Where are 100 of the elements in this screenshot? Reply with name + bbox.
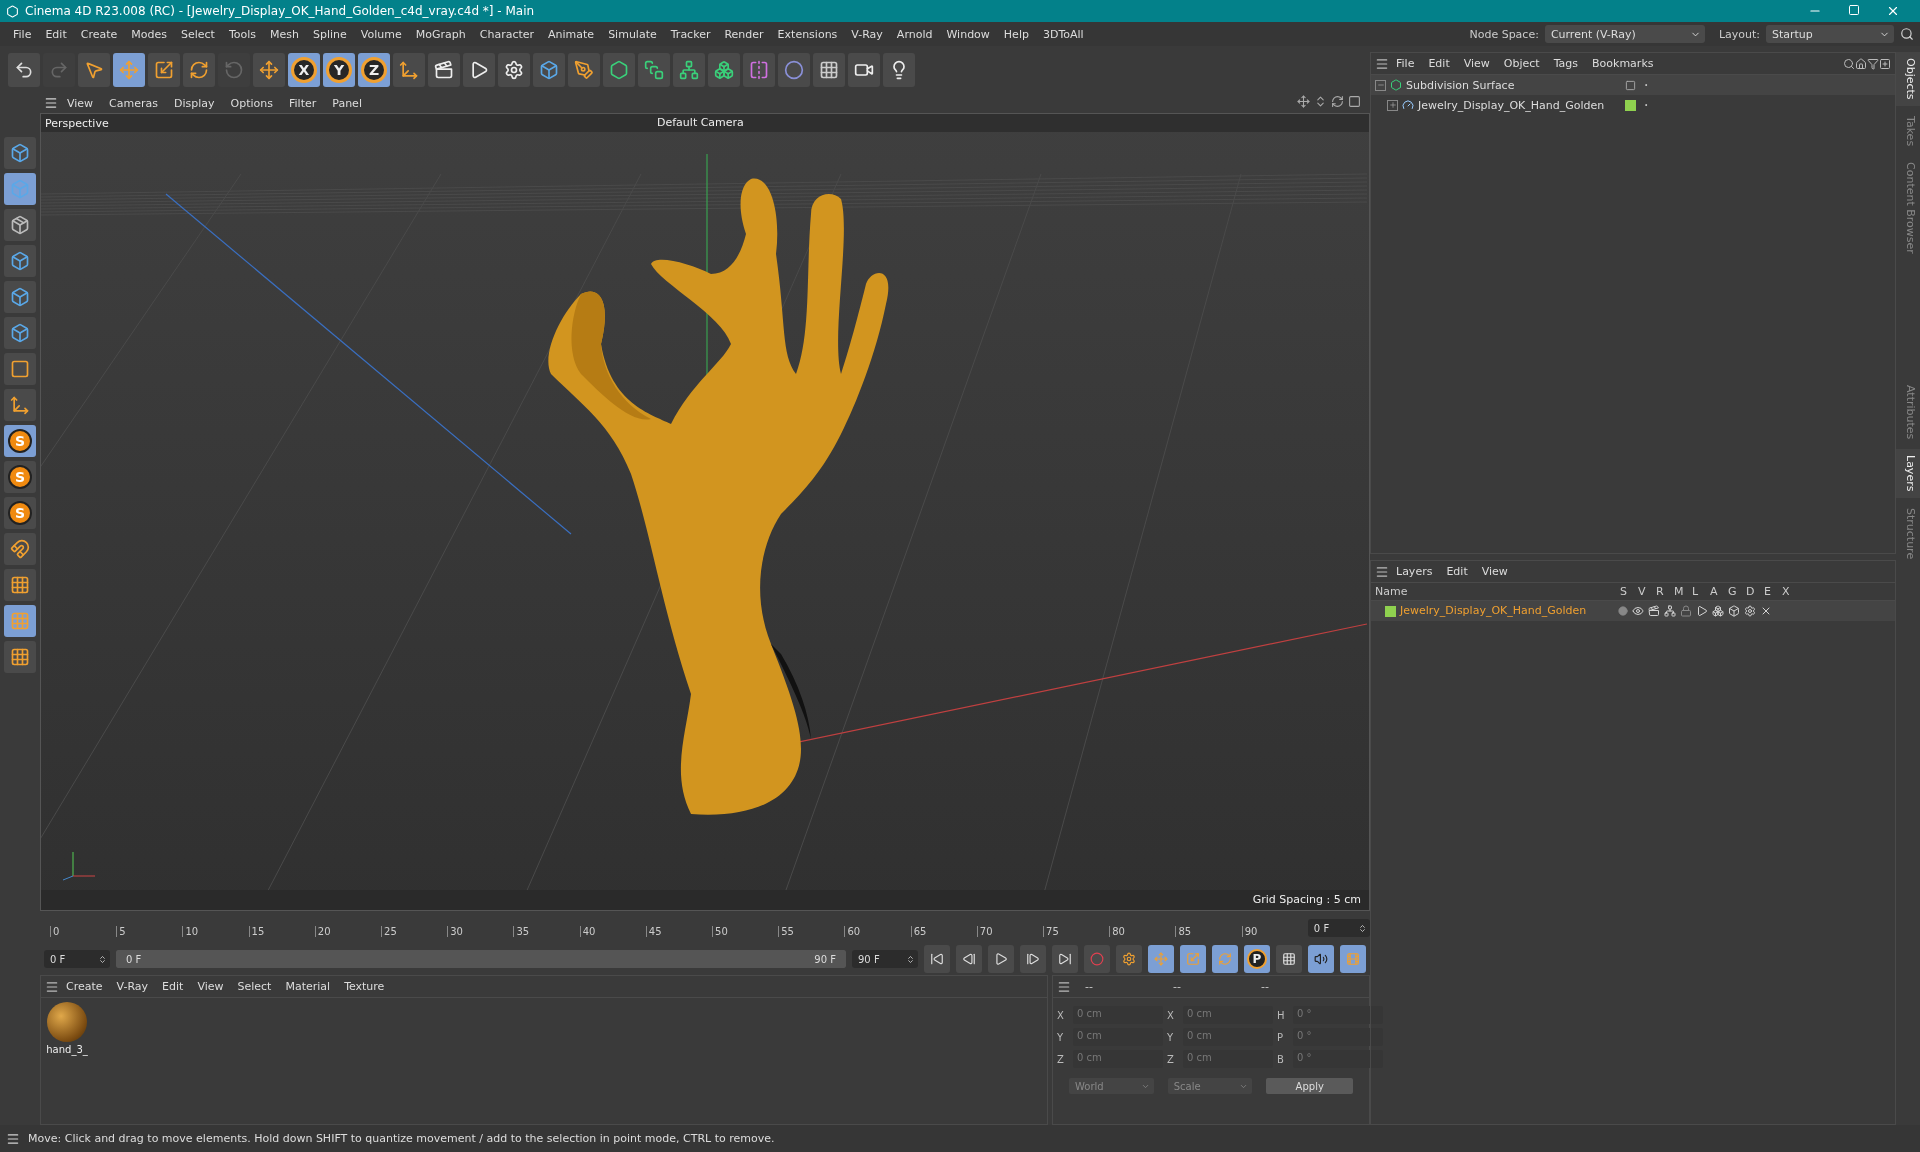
expand-toggle[interactable]: [1387, 99, 1398, 111]
grid-mode-button[interactable]: [4, 569, 36, 601]
close-icon[interactable]: [1886, 4, 1900, 18]
go-to-start-button[interactable]: [924, 945, 950, 973]
spinner-arrows-icon[interactable]: [1357, 923, 1367, 933]
side-tab[interactable]: Objects: [1896, 52, 1920, 106]
menu-item[interactable]: Character: [472, 27, 542, 41]
frame-range-slider[interactable]: 0 F 90 F: [116, 950, 846, 968]
node-space-dropdown[interactable]: Current (V-Ray): [1544, 25, 1705, 43]
pan-icon[interactable]: [1297, 95, 1310, 108]
expand-toggle[interactable]: [1375, 79, 1386, 91]
cube-mode-button[interactable]: [4, 317, 36, 349]
menu-icon[interactable]: [1375, 564, 1389, 579]
menu-item[interactable]: Animate: [541, 27, 602, 41]
material-menu-item[interactable]: Material: [278, 980, 338, 993]
toolbar-button[interactable]: [638, 52, 670, 87]
menu-item[interactable]: Modes: [124, 27, 174, 41]
objects-menu-item[interactable]: Object: [1496, 57, 1547, 70]
menu-item[interactable]: Volume: [353, 27, 409, 41]
square-mode-button[interactable]: [4, 353, 36, 385]
objects-menu-item[interactable]: View: [1456, 57, 1497, 70]
layout-dropdown[interactable]: Startup: [1766, 25, 1894, 43]
end-frame-field[interactable]: 90 F: [852, 950, 918, 968]
toolbar-button[interactable]: [78, 52, 110, 87]
object-name[interactable]: Jewelry_Display_OK_Hand_Golden: [1418, 98, 1621, 112]
toolbar-button[interactable]: [533, 52, 565, 87]
material-menu-item[interactable]: Edit: [155, 980, 191, 993]
go-to-end-button[interactable]: [1052, 945, 1078, 973]
menu-icon[interactable]: [6, 1131, 20, 1146]
eye-icon[interactable]: [1632, 605, 1644, 617]
viewport-menu-item[interactable]: View: [60, 96, 101, 110]
menu-icon[interactable]: [45, 979, 59, 994]
menu-item[interactable]: Window: [939, 27, 997, 41]
toolbar-button[interactable]: [148, 52, 180, 87]
toolbar-button[interactable]: [848, 52, 880, 87]
clapperboard-icon[interactable]: [1648, 605, 1660, 617]
spinner-arrows-icon[interactable]: [906, 954, 915, 964]
zoom-icon[interactable]: [1314, 95, 1327, 108]
toolbar-button[interactable]: [393, 52, 425, 87]
menu-icon[interactable]: [44, 96, 58, 110]
toolbar-button[interactable]: [568, 52, 600, 87]
menu-item[interactable]: File: [6, 27, 39, 41]
restore-icon[interactable]: [1848, 4, 1860, 16]
objects-menu-item[interactable]: Bookmarks: [1585, 57, 1661, 70]
new-panel-icon[interactable]: [1879, 57, 1891, 70]
home-icon[interactable]: [1855, 57, 1867, 70]
toolbar-button[interactable]: [463, 52, 495, 87]
objects-menu-item[interactable]: Edit: [1421, 57, 1457, 70]
toolbar-button[interactable]: [883, 52, 915, 87]
menu-item[interactable]: Simulate: [601, 27, 664, 41]
material-menu-item[interactable]: Select: [230, 980, 279, 993]
texture-mode-button[interactable]: [4, 209, 36, 241]
toolbar-button[interactable]: [8, 52, 40, 87]
viewport-menu-item[interactable]: Panel: [325, 96, 369, 110]
viewport-menu-item[interactable]: Options: [223, 96, 280, 110]
sound-button[interactable]: [1308, 945, 1334, 973]
spinner-arrows-icon[interactable]: [98, 954, 107, 964]
material-menu-item[interactable]: V-Ray: [109, 980, 156, 993]
layers-menu-item[interactable]: Edit: [1439, 565, 1475, 578]
menu-item[interactable]: V-Ray: [844, 27, 890, 41]
menu-item[interactable]: Edit: [38, 27, 74, 41]
viewport-menu-item[interactable]: Filter: [282, 96, 324, 110]
menu-item[interactable]: Create: [73, 27, 125, 41]
toolbar-button[interactable]: [253, 52, 285, 87]
current-frame-field[interactable]: 0 F: [1307, 919, 1370, 937]
menu-item[interactable]: 3DToAll: [1035, 27, 1091, 41]
viewport-menu-item[interactable]: Cameras: [102, 96, 165, 110]
start-frame-field[interactable]: 0 F: [44, 950, 110, 968]
toolbar-button[interactable]: [673, 52, 705, 87]
orbit-icon[interactable]: [1331, 95, 1344, 108]
toolbar-button[interactable]: [113, 52, 145, 87]
hierarchy-icon[interactable]: [1664, 605, 1676, 617]
filter-icon[interactable]: [1867, 57, 1879, 70]
search-icon[interactable]: [1900, 27, 1914, 41]
cube-mode-button[interactable]: [4, 281, 36, 313]
menu-item[interactable]: Help: [996, 27, 1036, 41]
objects-menu-item[interactable]: Tags: [1546, 57, 1586, 70]
menu-item[interactable]: Spline: [306, 27, 354, 41]
cube-mode-button[interactable]: [4, 137, 36, 169]
axis-lock-button[interactable]: X: [288, 52, 320, 87]
menu-item[interactable]: Render: [717, 27, 771, 41]
menu-item[interactable]: Arnold: [889, 27, 940, 41]
axis-lock-button[interactable]: Z: [358, 52, 390, 87]
layers-menu-item[interactable]: Layers: [1389, 565, 1440, 578]
menu-item[interactable]: Tools: [221, 27, 264, 41]
layers-menu-item[interactable]: View: [1474, 565, 1515, 578]
material-menu-item[interactable]: Create: [59, 980, 110, 993]
objects-menu-item[interactable]: File: [1389, 57, 1422, 70]
menu-item[interactable]: Tracker: [663, 27, 718, 41]
menu-item[interactable]: Mesh: [263, 27, 306, 41]
menu-item[interactable]: Extensions: [770, 27, 845, 41]
material-menu-item[interactable]: Texture: [337, 980, 392, 993]
key-points-button[interactable]: [1276, 945, 1302, 973]
search-icon[interactable]: [1843, 57, 1855, 70]
menu-icon[interactable]: [1375, 56, 1389, 71]
material-preview[interactable]: [47, 1002, 87, 1042]
magnet-mode-button[interactable]: [4, 533, 36, 565]
play-button[interactable]: [988, 945, 1014, 973]
menu-item[interactable]: MoGraph: [408, 27, 473, 41]
generator-icon[interactable]: [1712, 605, 1724, 617]
